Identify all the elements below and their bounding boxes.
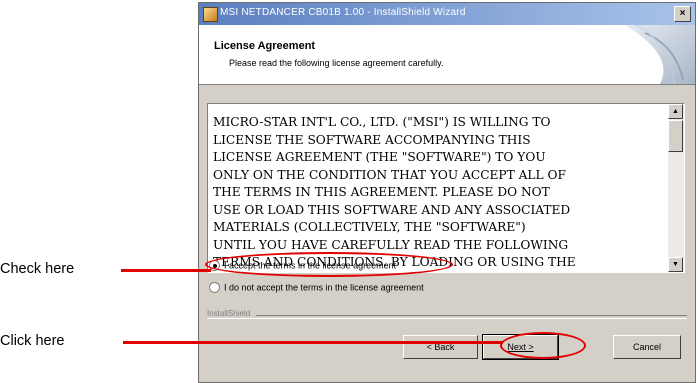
accept-highlight-ellipse bbox=[205, 252, 453, 277]
check-pointer-line bbox=[121, 269, 211, 272]
next-highlight-ellipse bbox=[500, 332, 586, 359]
installer-app-icon bbox=[203, 7, 218, 22]
wizard-header: License Agreement Please read the follow… bbox=[199, 25, 695, 85]
back-button[interactable]: < Back bbox=[403, 335, 478, 359]
scroll-thumb[interactable] bbox=[668, 120, 683, 152]
page-title: License Agreement bbox=[214, 40, 316, 52]
installshield-label: InstallShield bbox=[207, 309, 257, 318]
header-graphic-icon bbox=[625, 25, 695, 84]
click-here-annotation: Click here bbox=[0, 333, 65, 349]
scroll-up-button[interactable]: ▲ bbox=[668, 104, 683, 119]
page-subtitle: Please read the following license agreem… bbox=[229, 58, 444, 68]
window-title: MSI NETDANCER CB01B 1.00 - InstallShield… bbox=[220, 7, 466, 18]
check-here-annotation: Check here bbox=[0, 261, 75, 277]
close-button[interactable]: × bbox=[674, 6, 691, 22]
license-text-box[interactable]: MICRO-STAR INT'L CO., LTD. ("MSI") IS WI… bbox=[207, 103, 685, 273]
decline-radio-label[interactable]: I do not accept the terms in the license… bbox=[224, 283, 424, 293]
license-text: MICRO-STAR INT'L CO., LTD. ("MSI") IS WI… bbox=[213, 115, 576, 269]
click-pointer-line bbox=[123, 341, 503, 344]
title-bar[interactable]: MSI NETDANCER CB01B 1.00 - InstallShield… bbox=[199, 3, 695, 26]
cancel-button[interactable]: Cancel bbox=[613, 335, 681, 359]
decline-radio-button[interactable] bbox=[209, 282, 220, 294]
footer-separator bbox=[207, 315, 687, 319]
installer-dialog: MSI NETDANCER CB01B 1.00 - InstallShield… bbox=[198, 2, 696, 383]
decline-radio-option[interactable]: I do not accept the terms in the license… bbox=[209, 282, 424, 296]
license-scrollbar[interactable]: ▲ ▼ bbox=[668, 104, 684, 272]
scroll-down-button[interactable]: ▼ bbox=[668, 257, 683, 272]
